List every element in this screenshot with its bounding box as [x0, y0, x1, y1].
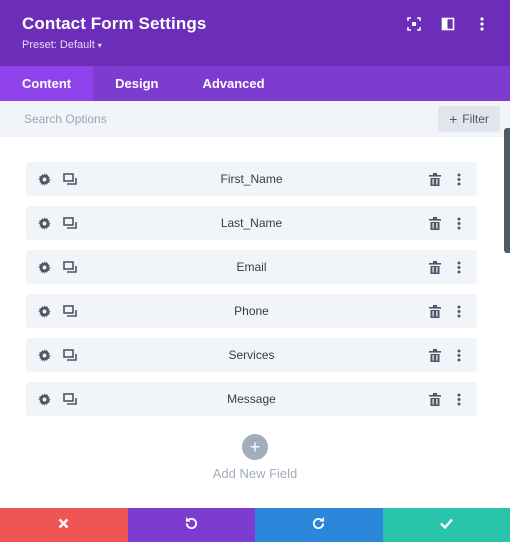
- search-input[interactable]: [24, 110, 404, 128]
- more-vertical-icon[interactable]: [451, 171, 467, 187]
- add-field-label[interactable]: Add New Field: [0, 466, 510, 481]
- checkmark-icon: [439, 516, 453, 534]
- modal-header: Contact Form Settings Preset: Default ▾: [0, 0, 510, 66]
- tab-content[interactable]: Content: [0, 66, 94, 101]
- undo-icon: [185, 516, 198, 534]
- more-options-icon[interactable]: [472, 14, 492, 34]
- field-row[interactable]: Last_Name: [26, 206, 477, 240]
- field-list: First_Name Last_Name Email Phone Services Mes…: [26, 162, 477, 426]
- footer-bar: [0, 508, 510, 542]
- field-label: Services: [228, 348, 275, 362]
- redo-button[interactable]: [255, 508, 383, 542]
- gear-icon[interactable]: [36, 303, 52, 319]
- field-label: Last_Name: [220, 216, 283, 230]
- field-label: Phone: [234, 304, 269, 318]
- duplicate-icon[interactable]: [62, 215, 78, 231]
- filter-label: Filter: [462, 112, 489, 126]
- modal-title: Contact Form Settings: [22, 14, 207, 33]
- tab-bar: Content Design Advanced: [0, 66, 510, 101]
- more-vertical-icon[interactable]: [451, 259, 467, 275]
- gear-icon[interactable]: [36, 215, 52, 231]
- trash-icon[interactable]: [427, 215, 443, 231]
- add-field-section: + Add New Field: [0, 434, 510, 481]
- trash-icon[interactable]: [427, 391, 443, 407]
- gear-icon[interactable]: [36, 259, 52, 275]
- duplicate-icon[interactable]: [62, 391, 78, 407]
- tab-advanced[interactable]: Advanced: [180, 66, 286, 101]
- duplicate-icon[interactable]: [62, 303, 78, 319]
- split-view-icon[interactable]: [438, 14, 458, 34]
- field-row[interactable]: First_Name: [26, 162, 477, 196]
- more-vertical-icon[interactable]: [451, 303, 467, 319]
- scrollbar[interactable]: [504, 128, 510, 253]
- preset-label: Preset: Default: [22, 39, 95, 51]
- field-label: First_Name: [220, 172, 283, 186]
- duplicate-icon[interactable]: [62, 259, 78, 275]
- field-row[interactable]: Email: [26, 250, 477, 284]
- more-vertical-icon[interactable]: [451, 391, 467, 407]
- expand-icon[interactable]: [404, 14, 424, 34]
- save-button[interactable]: [382, 508, 510, 542]
- cancel-button[interactable]: [0, 508, 128, 542]
- tab-design[interactable]: Design: [93, 66, 180, 101]
- trash-icon[interactable]: [427, 171, 443, 187]
- more-vertical-icon[interactable]: [451, 215, 467, 231]
- plus-icon: +: [449, 111, 458, 127]
- filter-button[interactable]: + Filter: [438, 106, 500, 132]
- trash-icon[interactable]: [427, 303, 443, 319]
- field-label: Message: [227, 392, 276, 406]
- redo-icon: [312, 516, 325, 534]
- preset-selector[interactable]: Preset: Default ▾: [22, 39, 102, 51]
- undo-button[interactable]: [127, 508, 255, 542]
- field-row[interactable]: Services: [26, 338, 477, 372]
- gear-icon[interactable]: [36, 171, 52, 187]
- field-row[interactable]: Message: [26, 382, 477, 416]
- field-label: Email: [236, 260, 267, 274]
- close-icon: [58, 516, 69, 534]
- add-field-icon[interactable]: +: [242, 434, 268, 460]
- preset-caret: ▾: [97, 41, 102, 50]
- search-bar: + Filter: [0, 101, 510, 137]
- more-vertical-icon[interactable]: [451, 347, 467, 363]
- duplicate-icon[interactable]: [62, 171, 78, 187]
- duplicate-icon[interactable]: [62, 347, 78, 363]
- field-row[interactable]: Phone: [26, 294, 477, 328]
- gear-icon[interactable]: [36, 347, 52, 363]
- trash-icon[interactable]: [427, 347, 443, 363]
- gear-icon[interactable]: [36, 391, 52, 407]
- trash-icon[interactable]: [427, 259, 443, 275]
